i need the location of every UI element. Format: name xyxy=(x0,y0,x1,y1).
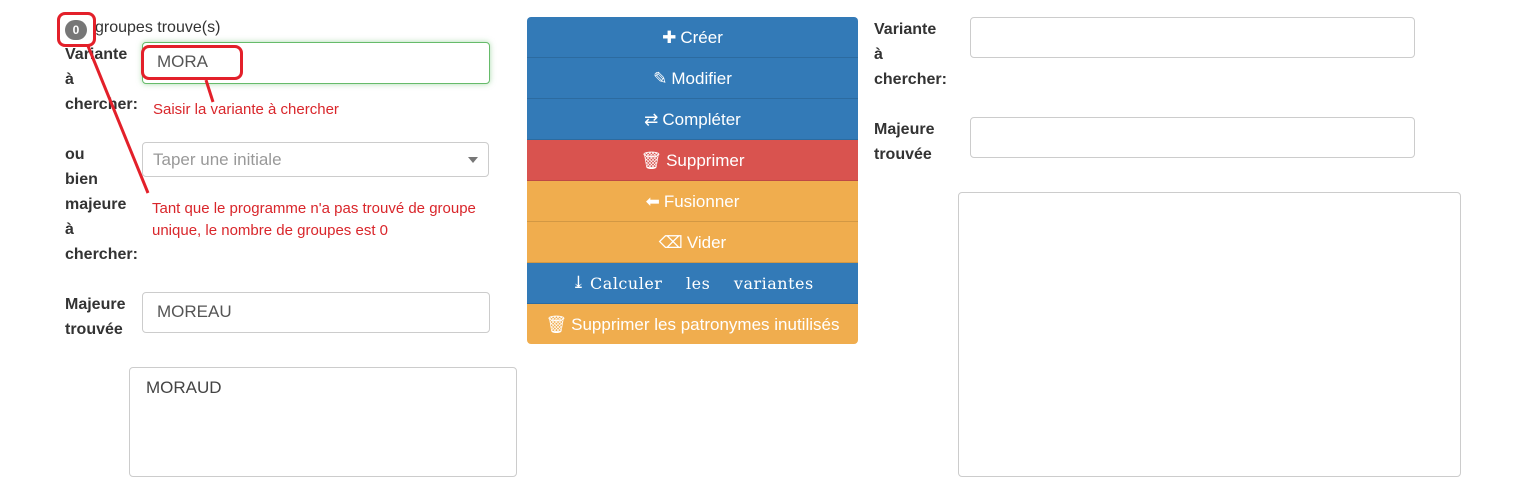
eraser-icon: ⌫ xyxy=(658,233,683,252)
exchange-icon: ⇄ xyxy=(644,110,659,129)
download-icon: ⤓ xyxy=(571,273,587,293)
annotation-line-count xyxy=(86,45,150,194)
right-variant-input[interactable] xyxy=(970,17,1415,58)
complete-button[interactable]: ⇄ Compléter xyxy=(527,99,858,140)
trash-icon: 🗑 xyxy=(545,315,568,334)
merge-button[interactable]: ⬅ Fusionner xyxy=(527,181,858,222)
trash-icon: 🗑 xyxy=(640,151,663,170)
action-button-group: ✚ Créer ✎ Modifier ⇄ Compléter 🗑 Supprimer ⬅… xyxy=(527,17,858,344)
compute-remaining-variants-button[interactable]: ⤓Calculer les variantes restantes xyxy=(527,263,858,334)
annotation-count-hint: Tant que le programme n'a pas trouvé de … xyxy=(152,200,476,239)
delete-unused-surnames-button[interactable]: 🗑 Supprimer les patronymes inutilisés xyxy=(527,304,858,344)
arrow-left-icon: ⬅ xyxy=(645,192,660,211)
edit-icon: ✎ xyxy=(653,69,668,88)
plus-icon: ✚ xyxy=(662,28,677,47)
right-variant-label: Variante à chercher: xyxy=(874,21,947,88)
annotation-variant-hint: Saisir la variante à chercher xyxy=(153,101,339,118)
modify-button[interactable]: ✎ Modifier xyxy=(527,58,858,99)
right-list[interactable] xyxy=(958,192,1461,477)
create-button[interactable]: ✚ Créer xyxy=(527,17,858,58)
right-major-label: Majeure trouvée xyxy=(874,121,935,163)
right-major-input[interactable] xyxy=(970,117,1415,158)
clear-button[interactable]: ⌫ Vider xyxy=(527,222,858,263)
delete-button[interactable]: 🗑 Supprimer xyxy=(527,140,858,181)
